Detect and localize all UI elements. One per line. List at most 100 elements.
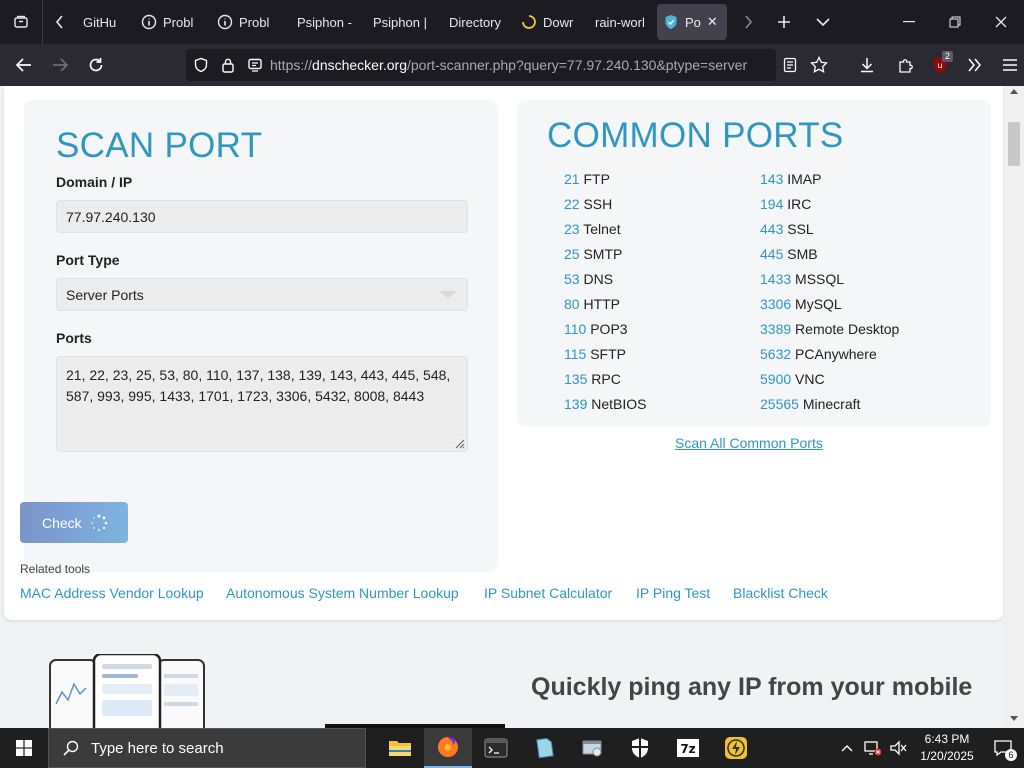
reload-icon [89, 58, 103, 72]
scroll-tabs-left-button[interactable] [43, 0, 77, 44]
related-link-blacklist-check[interactable]: Blacklist Check [733, 585, 828, 601]
common-port-item[interactable]: 21 FTP [564, 171, 610, 187]
document-icon [536, 738, 554, 759]
tab-directory[interactable]: Directory [435, 0, 511, 44]
common-port-item[interactable]: 23 Telnet [564, 221, 621, 237]
minimize-button[interactable] [886, 0, 932, 44]
page-scrollbar[interactable] [1004, 86, 1024, 728]
psiphon-taskbar-button[interactable] [712, 728, 760, 768]
common-port-item[interactable]: 445 SMB [760, 246, 818, 262]
tab-label: Probl [239, 14, 270, 30]
common-port-item[interactable]: 53 DNS [564, 271, 613, 287]
scroll-tabs-right-button[interactable] [731, 0, 765, 44]
shield-icon [632, 738, 648, 758]
tab-github[interactable]: GitHu [77, 0, 131, 44]
common-port-item[interactable]: 143 IMAP [760, 171, 821, 187]
common-port-item[interactable]: 25 SMTP [564, 246, 622, 262]
tracking-protection-icon[interactable] [186, 57, 216, 73]
file-explorer-taskbar-button[interactable] [376, 728, 424, 768]
list-all-tabs-button[interactable] [803, 0, 843, 44]
ublock-origin-button[interactable]: u 2 [920, 44, 960, 86]
tab-psiphon-2[interactable]: Psiphon | [359, 0, 435, 44]
close-tab-icon[interactable]: ✕ [707, 14, 718, 30]
scroll-up-arrow-icon[interactable] [1010, 88, 1018, 94]
scroll-down-arrow-icon[interactable] [1010, 716, 1018, 722]
reload-button[interactable] [78, 44, 114, 86]
bookmark-button[interactable] [804, 44, 834, 86]
show-hidden-icons-button[interactable] [834, 744, 860, 752]
common-port-item[interactable]: 80 HTTP [564, 296, 620, 312]
security-taskbar-button[interactable] [616, 728, 664, 768]
scrollbar-thumb[interactable] [1008, 122, 1020, 166]
common-port-item[interactable]: 135 RPC [564, 371, 621, 387]
forward-button[interactable] [42, 44, 78, 86]
related-link-ping-test[interactable]: IP Ping Test [636, 585, 710, 601]
port-number: 1433 [760, 271, 792, 287]
common-port-item[interactable]: 25565 Minecraft [760, 396, 860, 412]
clock-time: 6:43 PM [924, 732, 970, 746]
tab-port-scanner[interactable]: Po ✕ [657, 4, 727, 40]
tab-label: Psiphon | [373, 14, 427, 30]
common-port-item[interactable]: 1433 MSSQL [760, 271, 844, 287]
port-service: IRC [787, 196, 812, 212]
tab-problem-1[interactable]: Probl [131, 0, 207, 44]
port-service: NetBIOS [591, 396, 647, 412]
notes-taskbar-button[interactable] [520, 728, 568, 768]
related-link-asn-lookup[interactable]: Autonomous System Number Lookup [226, 585, 459, 601]
back-button[interactable] [6, 44, 42, 86]
ports-textarea[interactable]: 21, 22, 23, 25, 53, 80, 110, 137, 138, 1… [56, 356, 468, 452]
toolbar-right: u 2 [776, 44, 1024, 86]
taskbar-search-box[interactable]: Type here to search [48, 728, 366, 768]
network-button[interactable] [860, 740, 886, 756]
tab-list-button[interactable] [0, 0, 42, 44]
hamburger-menu-icon [1003, 59, 1017, 71]
common-port-item[interactable]: 115 SFTP [564, 346, 626, 362]
tab-rain-world[interactable]: rain-worl [587, 0, 653, 44]
page-permissions-icon[interactable] [240, 57, 270, 73]
common-port-item[interactable]: 3389 Remote Desktop [760, 321, 899, 337]
check-button[interactable]: Check [20, 502, 128, 543]
volume-button[interactable] [886, 740, 912, 756]
resize-grip-icon[interactable] [453, 437, 465, 449]
related-link-subnet-calculator[interactable]: IP Subnet Calculator [484, 585, 612, 601]
more-tools-button[interactable] [960, 44, 990, 86]
tab-psiphon-1[interactable]: Psiphon - [283, 0, 359, 44]
system-app-taskbar-button[interactable] [568, 728, 616, 768]
port-number: 53 [564, 271, 580, 287]
7zip-taskbar-button[interactable]: 7z [664, 728, 712, 768]
downloads-button[interactable] [842, 44, 892, 86]
common-port-item[interactable]: 22 SSH [564, 196, 612, 212]
common-port-item[interactable]: 110 POP3 [564, 321, 628, 337]
port-number: 3306 [760, 296, 792, 312]
lock-icon[interactable] [216, 57, 240, 73]
extensions-button[interactable] [892, 44, 920, 86]
terminal-taskbar-button[interactable] [472, 728, 520, 768]
app-menu-button[interactable] [990, 44, 1024, 86]
system-tray: 6:43 PM 1/20/2025 6 [834, 728, 1024, 768]
related-link-mac-vendor[interactable]: MAC Address Vendor Lookup [20, 585, 204, 601]
reader-view-button[interactable] [776, 44, 804, 86]
restore-button[interactable] [932, 0, 978, 44]
dnschecker-icon [663, 14, 679, 30]
tab-download[interactable]: Dowr [511, 0, 587, 44]
port-service: HTTP [583, 296, 621, 312]
common-port-item[interactable]: 3306 MySQL [760, 296, 842, 312]
domain-input[interactable]: 77.97.240.130 [56, 200, 468, 233]
common-port-item[interactable]: 5900 VNC [760, 371, 825, 387]
port-number: 3389 [760, 321, 792, 337]
port-type-select[interactable]: Server Ports [56, 278, 468, 311]
clock[interactable]: 6:43 PM 1/20/2025 [912, 731, 982, 765]
close-window-button[interactable] [978, 0, 1024, 44]
common-port-item[interactable]: 139 NetBIOS [564, 396, 647, 412]
firefox-taskbar-button[interactable] [424, 728, 472, 768]
common-port-item[interactable]: 5632 PCAnywhere [760, 346, 877, 362]
start-button[interactable] [0, 728, 48, 768]
tab-problem-2[interactable]: Probl [207, 0, 283, 44]
new-tab-button[interactable] [765, 0, 803, 44]
address-bar[interactable]: https://dnschecker.org/port-scanner.php?… [186, 49, 776, 81]
scan-all-common-ports-link[interactable]: Scan All Common Ports [675, 435, 823, 451]
tab-label: rain-worl [595, 14, 645, 30]
notification-center-button[interactable]: 6 [982, 728, 1024, 768]
common-port-item[interactable]: 194 IRC [760, 196, 811, 212]
common-port-item[interactable]: 443 SSL [760, 221, 814, 237]
